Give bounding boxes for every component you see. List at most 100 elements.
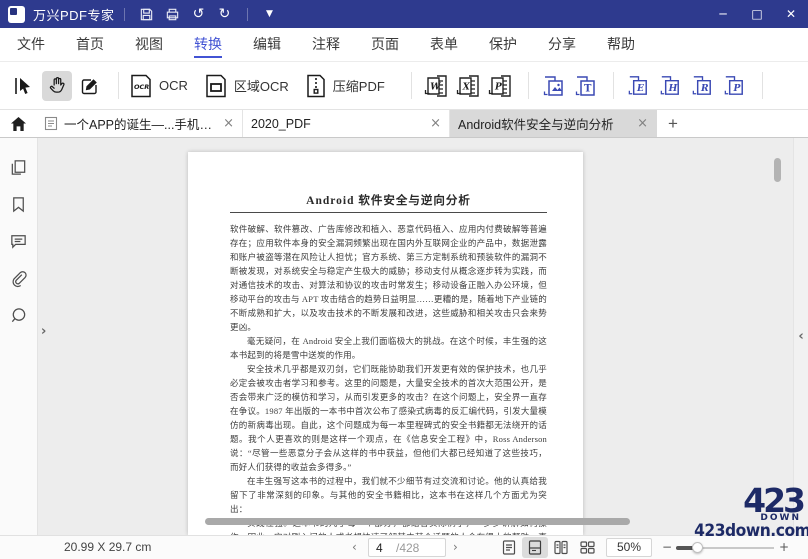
single-page-icon — [502, 540, 516, 555]
image-convert-icon — [543, 75, 563, 96]
right-rail: ‹ — [793, 138, 808, 535]
zoom-slider-handle[interactable] — [692, 542, 703, 553]
hand-tool-button[interactable] — [42, 70, 72, 101]
attachments-panel-button[interactable] — [6, 265, 32, 291]
convert-to-image-button[interactable] — [539, 70, 569, 102]
menu-view[interactable]: 视图 — [135, 28, 163, 61]
minimize-button[interactable]: ─ — [706, 0, 740, 28]
maximize-button[interactable]: □ — [740, 0, 774, 28]
hand-icon — [49, 77, 65, 93]
undo-icon: ↺ — [192, 6, 205, 22]
horizontal-scrollbar[interactable] — [205, 518, 630, 525]
ocr-label: OCR — [159, 78, 188, 93]
convert-to-rtf-button[interactable]: R — [688, 70, 718, 102]
facing-pages-view-button[interactable] — [548, 537, 574, 558]
pdf-page[interactable]: Android 软件安全与逆向分析 软件破解、软件篡改、广告库修改和植入、恶意代… — [188, 152, 583, 535]
zoom-in-button[interactable]: + — [779, 540, 789, 554]
undo-button[interactable]: ↺ — [186, 3, 212, 25]
edit-tool-button[interactable] — [75, 71, 105, 101]
menu-edit[interactable]: 编辑 — [253, 28, 281, 61]
menu-protect[interactable]: 保护 — [489, 28, 517, 61]
chevron-down-icon: ▼ — [266, 8, 273, 19]
quick-access-menu-button[interactable]: ▼ — [257, 3, 283, 25]
pdf-page-header: Android 软件安全与逆向分析 — [306, 195, 471, 207]
menu-home[interactable]: 首页 — [76, 28, 104, 61]
bookmarks-panel-button[interactable] — [6, 191, 32, 217]
pdf-paragraph: 毫无疑问，在 Android 安全上我们面临极大的挑战。在这个时候，丰生强的这本… — [230, 336, 547, 360]
word-letter: W — [430, 82, 441, 92]
toolbar-divider — [118, 72, 119, 99]
thumbnails-panel-button[interactable] — [6, 154, 32, 180]
tab-close-icon[interactable]: × — [430, 117, 441, 130]
page-size-label: 20.99 X 29.7 cm — [64, 540, 152, 554]
vertical-scrollbar[interactable] — [774, 158, 781, 182]
left-panel-expand-button[interactable]: › — [41, 324, 46, 339]
page-number-input[interactable] — [376, 540, 396, 555]
convert-to-epub-button[interactable]: E — [624, 70, 654, 102]
previous-page-button[interactable]: ‹ — [352, 540, 357, 554]
tab-close-icon[interactable]: × — [223, 117, 234, 130]
tab-title: 一个APP的诞生—...手机应用 — [64, 118, 218, 132]
tab-2020-pdf[interactable]: 2020_PDF × — [243, 110, 450, 137]
epub-letter: E — [636, 83, 645, 94]
menu-page[interactable]: 页面 — [371, 28, 399, 61]
toolbar-divider — [410, 72, 412, 99]
search-panel-button[interactable] — [6, 302, 32, 328]
menubar: 文件 首页 视图 转换 编辑 注释 页面 表单 保护 分享 帮助 — [0, 28, 808, 62]
convert-to-text-button[interactable]: T — [571, 70, 601, 102]
redo-button[interactable]: ↻ — [212, 3, 238, 25]
menu-comment[interactable]: 注释 — [312, 28, 340, 61]
tab-title: 2020_PDF — [251, 116, 311, 131]
right-panel-expand-button[interactable]: ‹ — [798, 329, 803, 344]
convert-to-word-button[interactable]: W — [422, 70, 452, 102]
select-tool-button[interactable] — [9, 71, 39, 101]
next-page-button[interactable]: › — [453, 540, 458, 554]
excel-convert-icon: X — [456, 74, 479, 97]
pdf-paragraph: 安全技术几乎都是双刃剑，它们既能协助我们开发更有效的保护技术，也几乎必定会被攻击… — [230, 364, 547, 472]
zoom-slider[interactable] — [676, 542, 774, 553]
single-page-view-button[interactable] — [496, 537, 522, 558]
document-area: › Android 软件安全与逆向分析 软件破解、软件篡改、广告库修改和植入、恶… — [0, 138, 808, 535]
add-tab-button[interactable]: + — [657, 110, 689, 137]
menu-convert[interactable]: 转换 — [194, 28, 222, 61]
comment-icon — [11, 234, 26, 249]
close-button[interactable]: ✕ — [774, 0, 808, 28]
zoom-level-box[interactable]: 50% — [606, 538, 652, 557]
pdf-paragraph: 在丰生强写这本书的过程中，我们就不少细节有过交流和讨论。他的认真给我留下了非常深… — [230, 476, 547, 514]
menu-form[interactable]: 表单 — [430, 28, 458, 61]
app-title: 万兴PDF专家 — [33, 7, 115, 23]
ocr-button[interactable]: OCR OCR — [129, 73, 188, 99]
convert-to-excel-button[interactable]: X — [454, 70, 484, 102]
area-ocr-button[interactable]: 区域OCR — [204, 73, 289, 99]
tab-android-security[interactable]: Android软件安全与逆向分析 × — [450, 110, 657, 137]
grid-view-button[interactable] — [574, 537, 600, 558]
menu-share[interactable]: 分享 — [548, 28, 576, 61]
convert-to-html-button[interactable]: H — [656, 70, 686, 102]
home-tab-button[interactable] — [0, 110, 36, 137]
text-convert-icon: T — [575, 75, 595, 96]
tab-app-birth-document[interactable]: 一个APP的诞生—...手机应用 × — [36, 110, 243, 137]
rtf-letter: R — [700, 83, 709, 94]
convert-to-pages-button[interactable]: P — [720, 70, 750, 102]
ocr-icon-text: OCR — [134, 83, 149, 91]
continuous-view-button[interactable] — [522, 537, 548, 558]
select-cursor-icon — [15, 77, 30, 94]
pdf-header-rule — [230, 212, 547, 213]
pages-letter: P — [733, 83, 742, 94]
titlebar-separator-2 — [246, 7, 248, 21]
convert-to-ppt-button[interactable]: P — [486, 70, 516, 102]
zoom-out-button[interactable]: − — [662, 540, 672, 554]
tab-title: Android软件安全与逆向分析 — [458, 118, 614, 132]
tab-close-icon[interactable]: × — [637, 117, 648, 130]
menu-help[interactable]: 帮助 — [607, 28, 635, 61]
edit-pen-icon — [81, 78, 97, 94]
pages-convert-icon: P — [725, 76, 744, 95]
area-ocr-icon — [206, 74, 226, 97]
print-button[interactable] — [160, 3, 186, 25]
menu-file[interactable]: 文件 — [17, 28, 45, 61]
compress-pdf-button[interactable]: 压缩PDF — [305, 73, 385, 99]
titlebar: 万兴PDF专家 ↺ ↻ ▼ ─ □ ✕ — [0, 0, 808, 28]
epub-convert-icon: E — [629, 76, 648, 95]
comments-panel-button[interactable] — [6, 228, 32, 254]
save-button[interactable] — [134, 3, 160, 25]
